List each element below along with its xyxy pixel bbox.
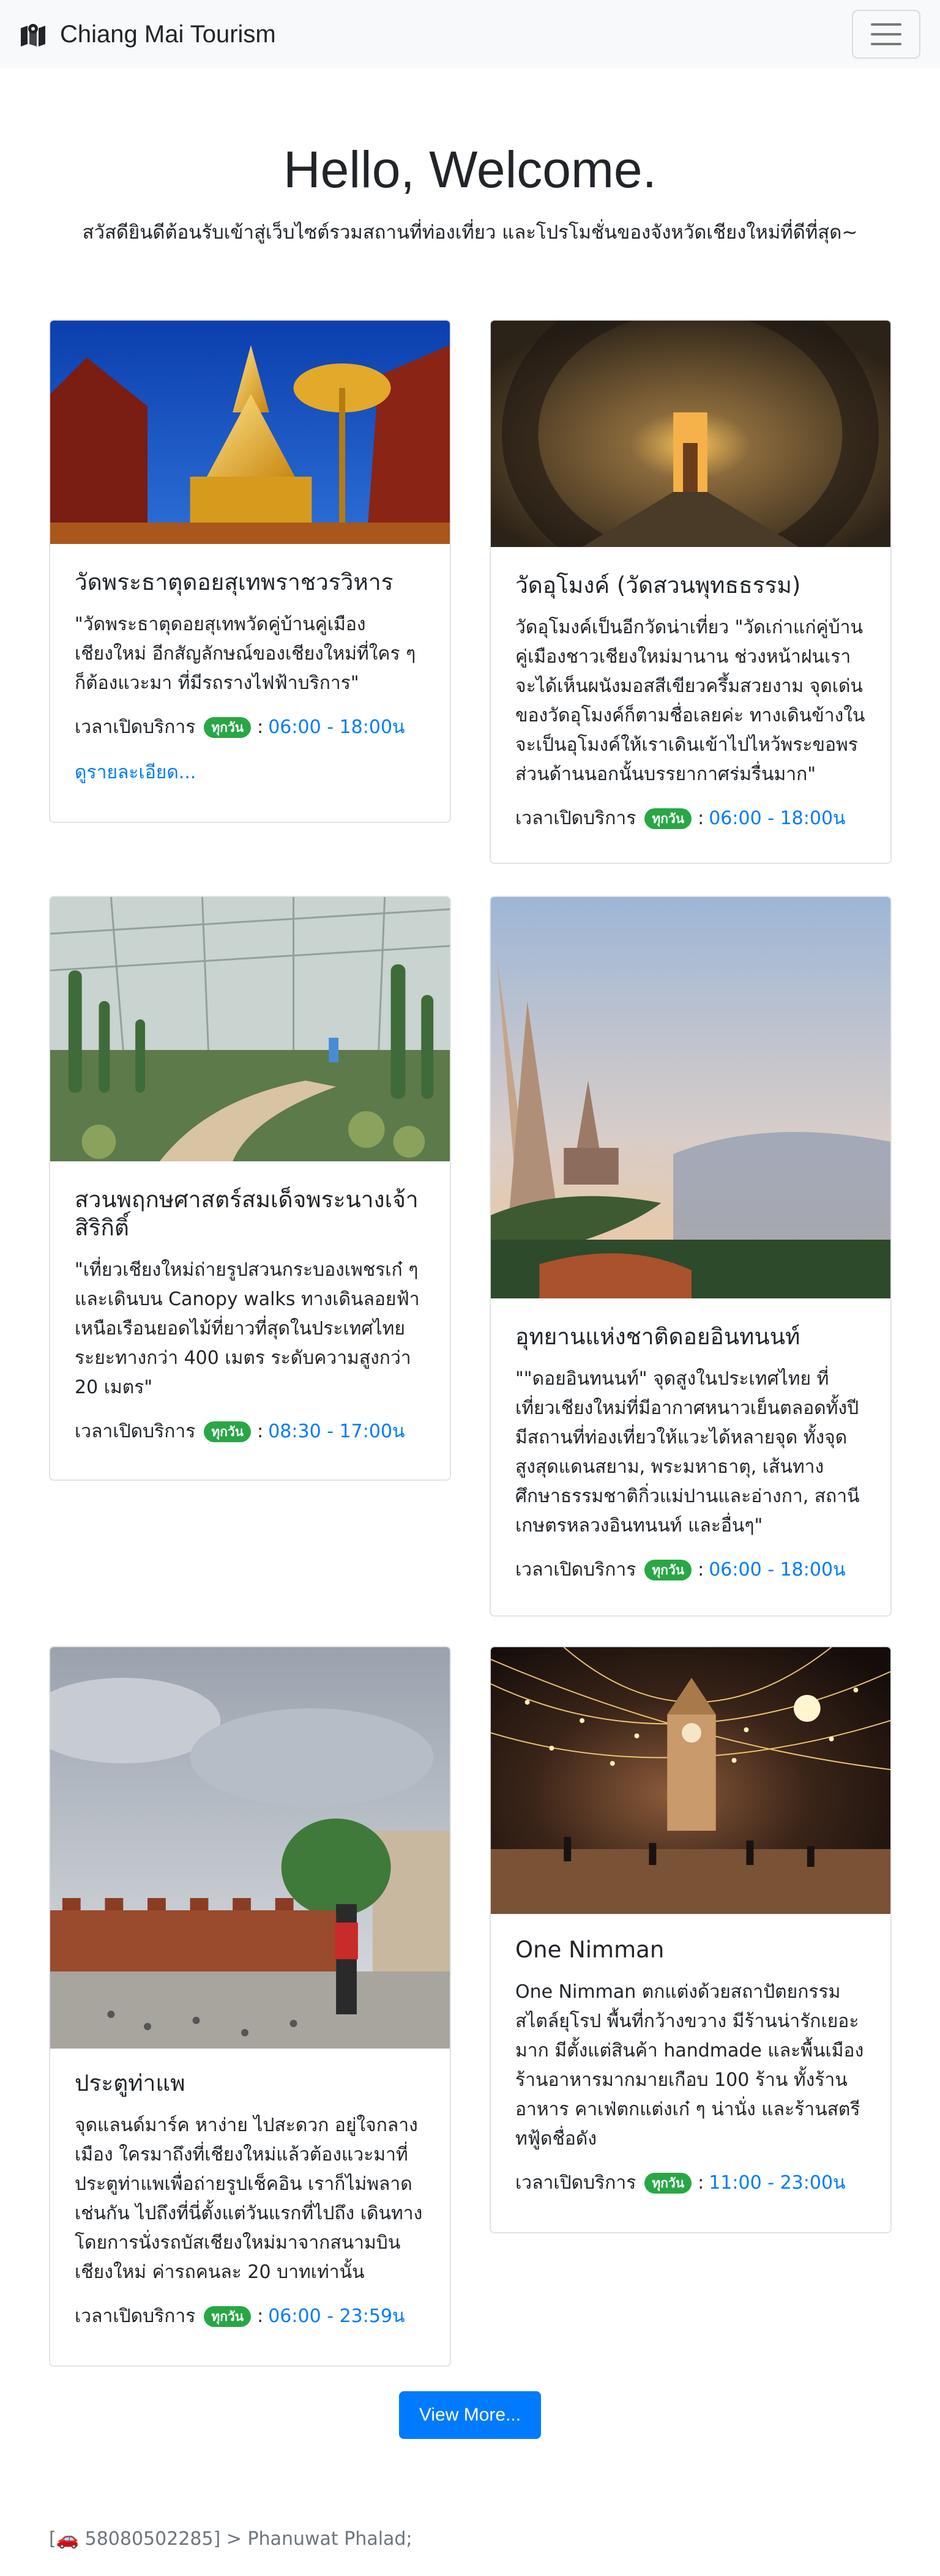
hours-colon: : xyxy=(257,717,264,738)
place-photo xyxy=(50,321,450,544)
place-photo xyxy=(491,321,890,547)
hours-label: เวลาเปิดบริการ xyxy=(515,2172,636,2194)
place-card: วัดพระธาตุดอยสุเทพราชวรวิหาร "วัดพระธาตุ… xyxy=(49,319,451,823)
card-description: "วัดพระธาตุดอยสุเทพวัดคู่บ้านคู่เมือง เช… xyxy=(75,614,416,694)
opening-hours: เวลาเปิดบริการ ทุกวัน : 06:00 - 23:59น xyxy=(75,2302,425,2331)
hours-time: 06:00 - 18:00น xyxy=(709,808,846,829)
page-subtitle: สวัสดียินดีต้อนรับเข้าสู่เว็บไซต์รวมสถาน… xyxy=(82,221,858,244)
hours-colon: : xyxy=(698,808,704,829)
opening-hours: เวลาเปิดบริการ ทุกวัน : 06:00 - 18:00น xyxy=(515,804,866,833)
card-description: "เที่ยวเชียงใหม่ถ่ายรูปสวนกระบองเพชรเก๋ … xyxy=(75,1259,420,1398)
footer-credit: [🚗 58080502285] > Phanuwat Phalad; xyxy=(49,2528,412,2550)
hours-time: 06:00 - 18:00น xyxy=(268,717,405,738)
card-title: สวนพฤกษศาสตร์สมเด็จพระนางเจ้าสิริกิติ์ xyxy=(75,1186,419,1241)
hours-label: เวลาเปิดบริการ xyxy=(75,717,196,738)
hours-time: 08:30 - 17:00น xyxy=(268,1421,405,1442)
hours-time: 06:00 - 23:59น xyxy=(268,2306,405,2327)
brand-link[interactable]: Chiang Mai Tourism xyxy=(20,18,276,50)
card-title: ประตูท่าแพ xyxy=(75,2070,185,2096)
everyday-badge: ทุกวัน xyxy=(204,2306,252,2327)
opening-hours: เวลาเปิดบริการ ทุกวัน : 06:00 - 18:00น xyxy=(515,1555,866,1585)
card-title: อุทยานแห่งชาติดอยอินทนนท์ xyxy=(515,1323,800,1350)
hours-colon: : xyxy=(257,1421,264,1442)
page-title: Hello, Welcome. xyxy=(283,141,657,198)
hours-colon: : xyxy=(698,2172,704,2194)
opening-hours: เวลาเปิดบริการ ทุกวัน : 08:30 - 17:00น xyxy=(75,1417,425,1446)
hours-time: 06:00 - 18:00น xyxy=(709,1559,846,1580)
place-card: อุทยานแห่งชาติดอยอินทนนท์ ""ดอยอินทนนท์"… xyxy=(490,896,892,1617)
details-link[interactable]: ดูรายละเอียด... xyxy=(75,758,425,787)
hours-label: เวลาเปิดบริการ xyxy=(75,1421,196,1442)
card-title: วัดอุโมงค์ (วัดสวนพุทธธรรม) xyxy=(515,572,801,598)
hamburger-menu-icon xyxy=(871,23,901,26)
place-photo xyxy=(491,897,890,1298)
everyday-badge: ทุกวัน xyxy=(204,1421,252,1442)
place-card: สวนพฤกษศาสตร์สมเด็จพระนางเจ้าสิริกิติ์ "… xyxy=(49,896,451,1481)
place-card: ประตูท่าแพ จุดแลนด์มาร์ค หาง่าย ไปสะดวก … xyxy=(49,1646,451,2367)
navbar: Chiang Mai Tourism xyxy=(0,0,940,69)
everyday-badge: ทุกวัน xyxy=(644,2173,692,2194)
hours-label: เวลาเปิดบริการ xyxy=(75,2306,196,2327)
card-description: วัดอุโมงค์เป็นอีกวัดน่าเที่ยว "วัดเก่าแก… xyxy=(515,617,865,785)
opening-hours: เวลาเปิดบริการ ทุกวัน : 06:00 - 18:00น xyxy=(75,713,425,742)
menu-toggle-button[interactable] xyxy=(852,10,920,59)
place-photo xyxy=(50,1647,450,2049)
view-more-button[interactable]: View More... xyxy=(399,2391,541,2439)
everyday-badge: ทุกวัน xyxy=(204,717,252,738)
hours-label: เวลาเปิดบริการ xyxy=(515,1559,636,1580)
hours-colon: : xyxy=(257,2306,264,2327)
hours-colon: : xyxy=(698,1559,704,1580)
everyday-badge: ทุกวัน xyxy=(644,1560,692,1580)
hours-time: 11:00 - 23:00น xyxy=(709,2172,846,2194)
card-description: ""ดอยอินทนนท์" จุดสูงในประเทศไทย ที่เที่… xyxy=(515,1368,860,1536)
car-icon: 🚗 xyxy=(56,2528,80,2550)
place-photo xyxy=(491,1647,890,1914)
card-title: One Nimman xyxy=(515,1937,665,1963)
brand-text: Chiang Mai Tourism xyxy=(60,20,276,48)
place-card: One Nimman One Nimman ตกแต่งด้วยสถาปัตยก… xyxy=(490,1646,892,2233)
place-card: วัดอุโมงค์ (วัดสวนพุทธธรรม) วัดอุโมงค์เป… xyxy=(490,319,892,864)
card-description: One Nimman ตกแต่งด้วยสถาปัตยกรรมสไตล์ยุโ… xyxy=(515,1981,864,2150)
hours-label: เวลาเปิดบริการ xyxy=(515,808,636,829)
footer-text: 58080502285] > Phanuwat Phalad; xyxy=(84,2528,412,2550)
card-title: วัดพระธาตุดอยสุเทพราชวรวิหาร xyxy=(75,569,394,595)
card-description: จุดแลนด์มาร์ค หาง่าย ไปสะดวก อยู่ใจกลางเ… xyxy=(75,2115,423,2283)
everyday-badge: ทุกวัน xyxy=(644,808,692,829)
map-icon xyxy=(21,24,45,47)
place-photo xyxy=(50,897,450,1161)
opening-hours: เวลาเปิดบริการ ทุกวัน : 11:00 - 23:00น xyxy=(515,2168,866,2198)
